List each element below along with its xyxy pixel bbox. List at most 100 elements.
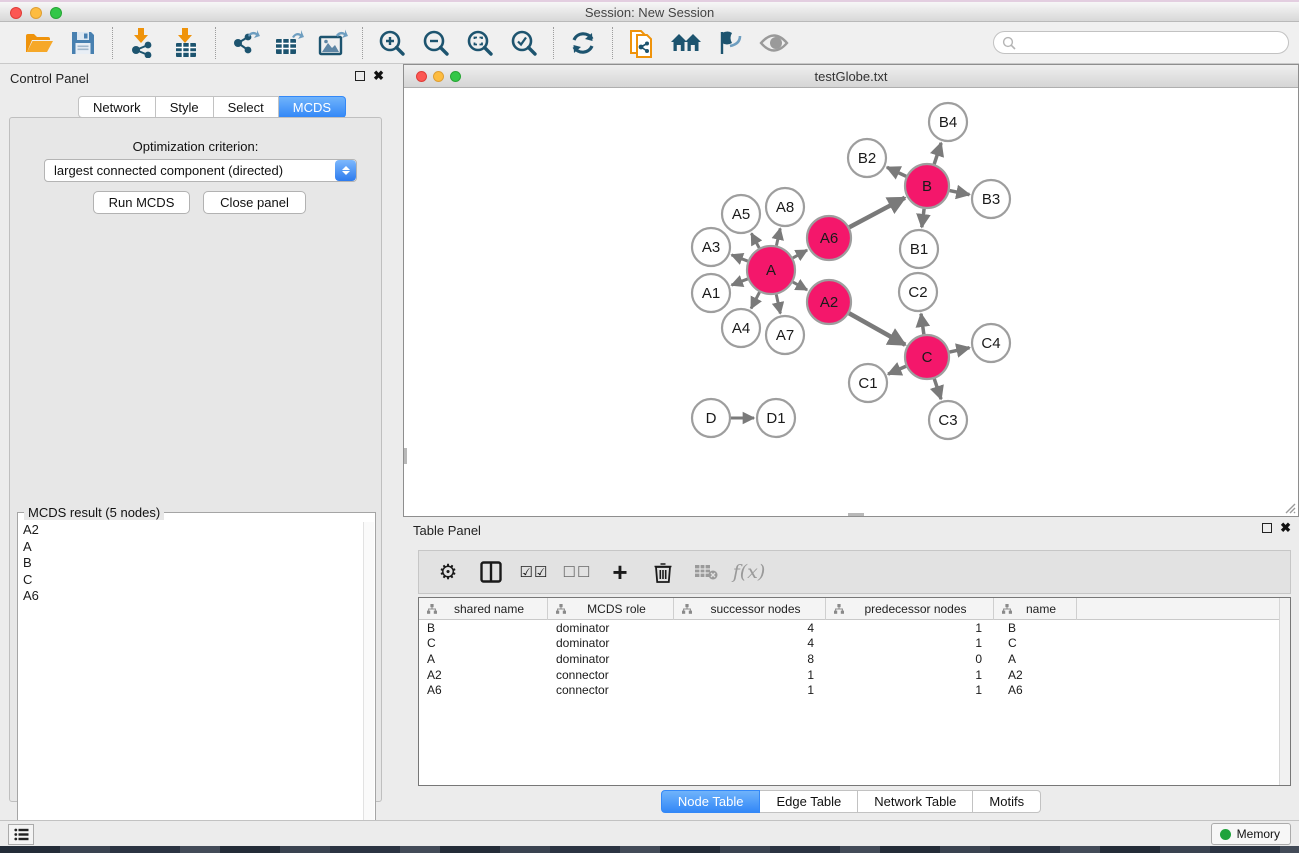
select-all-columns-icon[interactable]: ☑☑ [521,559,547,585]
export-network-icon[interactable] [228,27,262,59]
mcds-result-item[interactable]: A2 [23,522,362,539]
graph-node-B1[interactable]: B1 [900,230,938,268]
save-session-icon[interactable] [66,27,100,59]
tab-motifs[interactable]: Motifs [973,790,1041,813]
graph-node-D1[interactable]: D1 [757,399,795,437]
close-panel-icon[interactable]: ✖ [373,71,384,81]
column-header-name[interactable]: name [994,598,1077,620]
graph-node-B3[interactable]: B3 [972,180,1010,218]
table-scrollbar[interactable] [1279,598,1290,785]
graph-edge-B-B1[interactable] [922,209,924,227]
graph-node-C4[interactable]: C4 [972,324,1010,362]
graph-edge-A-A4[interactable] [751,292,759,308]
graph-edge-A-A2[interactable] [793,282,807,290]
task-history-button[interactable] [8,824,34,845]
table-cell[interactable]: A [419,652,548,666]
table-cell[interactable]: dominator [548,652,674,666]
table-cell[interactable]: 0 [826,652,994,666]
graph-edge-A-A1[interactable] [732,279,748,285]
table-cell[interactable]: 1 [826,683,994,697]
toggle-columns-icon[interactable] [478,559,504,585]
delete-columns-icon[interactable] [650,559,676,585]
zoom-fit-icon[interactable] [463,27,497,59]
deselect-all-columns-icon[interactable]: ☐☐ [564,559,590,585]
tab-network-table[interactable]: Network Table [858,790,973,813]
table-row[interactable]: A6connector11A6 [419,682,1279,698]
table-cell[interactable]: 1 [674,668,826,682]
table-cell[interactable]: A6 [994,683,1077,697]
graph-node-C[interactable]: C [905,335,949,379]
table-cell[interactable]: connector [548,683,674,697]
tab-network[interactable]: Network [78,96,156,118]
table-cell[interactable]: 1 [826,636,994,650]
clone-network-icon[interactable] [625,27,659,59]
column-header-successor-nodes[interactable]: successor nodes [674,598,826,620]
graph-node-A5[interactable]: A5 [722,195,760,233]
table-cell[interactable]: A6 [419,683,548,697]
export-image-icon[interactable] [316,27,350,59]
run-mcds-button[interactable]: Run MCDS [93,191,190,214]
tab-node-table[interactable]: Node Table [661,790,761,813]
table-cell[interactable]: A2 [419,668,548,682]
table-cell[interactable]: dominator [548,636,674,650]
criterion-select[interactable]: largest connected component (directed) [44,159,357,182]
table-cell[interactable]: 4 [674,636,826,650]
graph-edge-C-C4[interactable] [949,348,969,352]
open-session-icon[interactable] [22,27,56,59]
float-table-panel-icon[interactable] [1262,523,1272,533]
show-hide-icon[interactable] [757,27,791,59]
table-cell[interactable]: dominator [548,621,674,635]
graph-edge-A6-B[interactable] [849,198,905,228]
table-row[interactable]: A2connector11A2 [419,667,1279,683]
zoom-out-icon[interactable] [419,27,453,59]
column-header-predecessor-nodes[interactable]: predecessor nodes [826,598,994,620]
network-canvas[interactable]: AA1A2A3A4A5A6A7A8BB1B2B3B4CC1C2C3C4DD1 [404,88,1298,516]
graph-node-A1[interactable]: A1 [692,274,730,312]
graph-edge-A-A8[interactable] [776,228,780,245]
table-cell[interactable]: 1 [826,621,994,635]
graph-edge-C-C3[interactable] [934,379,941,399]
graph-edge-B-B4[interactable] [934,143,941,164]
table-row[interactable]: Adominator80A [419,651,1279,667]
memory-button[interactable]: Memory [1211,823,1291,845]
import-table-icon[interactable] [169,27,203,59]
graph-node-A[interactable]: A [747,246,795,294]
mcds-result-item[interactable]: A [23,539,362,556]
tab-style[interactable]: Style [156,96,214,118]
settings-gear-icon[interactable]: ⚙ [435,559,461,585]
table-cell[interactable]: 1 [674,683,826,697]
add-column-icon[interactable]: + [607,559,633,585]
graph-node-A7[interactable]: A7 [766,316,804,354]
close-table-panel-icon[interactable]: ✖ [1280,523,1291,533]
mcds-result-item[interactable]: C [23,572,362,589]
table-cell[interactable]: 8 [674,652,826,666]
float-panel-icon[interactable] [355,71,365,81]
result-list-scrollbar[interactable] [363,522,374,849]
tab-mcds[interactable]: MCDS [279,96,346,118]
graph-edge-B-B3[interactable] [950,191,970,195]
graph-edge-B-B2[interactable] [887,167,906,176]
search-input[interactable] [993,31,1289,54]
resize-grip-icon[interactable] [1282,500,1296,514]
graph-node-B2[interactable]: B2 [848,139,886,177]
close-panel-button[interactable]: Close panel [203,191,306,214]
graph-node-A6[interactable]: A6 [807,216,851,260]
graph-node-C1[interactable]: C1 [849,364,887,402]
graph-edge-A-A3[interactable] [732,255,748,261]
tab-select[interactable]: Select [214,96,279,118]
graph-node-A4[interactable]: A4 [722,309,760,347]
zoom-selected-icon[interactable] [507,27,541,59]
graph-edge-A2-C[interactable] [849,313,905,345]
graph-edge-A-A5[interactable] [751,233,759,248]
graph-node-A3[interactable]: A3 [692,228,730,266]
refresh-icon[interactable] [566,27,600,59]
home-icon[interactable] [669,27,703,59]
graph-node-C3[interactable]: C3 [929,401,967,439]
graph-node-B4[interactable]: B4 [929,103,967,141]
table-row[interactable]: Bdominator41B [419,620,1279,636]
mcds-result-item[interactable]: A6 [23,588,362,605]
import-network-icon[interactable] [125,27,159,59]
network-window-titlebar[interactable]: testGlobe.txt [404,65,1298,88]
graph-node-A8[interactable]: A8 [766,188,804,226]
table-cell[interactable]: A [994,652,1077,666]
